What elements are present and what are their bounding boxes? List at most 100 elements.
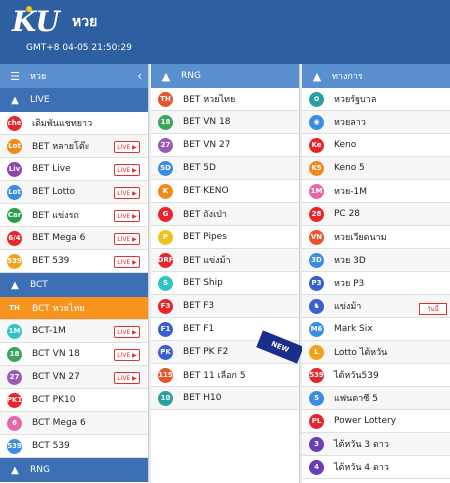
live-badge: LIVE ▶ <box>114 141 140 153</box>
section-title: BCT <box>30 280 48 290</box>
list-item[interactable]: che เดิมพันแชทยาว <box>0 112 148 135</box>
game-icon: P <box>158 229 173 245</box>
list-item[interactable]: K BET KENO <box>151 180 299 203</box>
list-item-label: BET KENO <box>183 186 229 196</box>
game-icon: Liv <box>7 161 22 177</box>
list-item-label: BET แข่งม้า <box>183 256 231 266</box>
list-item[interactable]: P3 หวย P3 <box>302 272 450 295</box>
list-item[interactable]: 4 ไต้หวัน 4 ดาว <box>302 456 450 479</box>
list-item[interactable]: G BET ถังเป่า <box>151 203 299 226</box>
list-item[interactable]: 5D BET 5D <box>151 157 299 180</box>
list-item[interactable]: 1M หวย-1M <box>302 180 450 203</box>
list-item[interactable]: K5 Keno 5 <box>302 157 450 180</box>
game-icon: 5 <box>309 390 324 406</box>
live-badge: LIVE ▶ <box>114 210 140 222</box>
list-item-label: BET หวยไทย <box>183 95 236 105</box>
section-header-bct[interactable]: ▲ BCT <box>0 273 148 297</box>
list-item-label: หวย P3 <box>334 279 365 289</box>
chevron-up-icon[interactable]: ▲ <box>308 70 326 83</box>
list-item-label: BET F3 <box>183 301 215 311</box>
list-item[interactable]: 28 PC 28 <box>302 203 450 226</box>
list-item-label: BCT VN 18 <box>32 349 80 359</box>
live-badge: LIVE ▶ <box>114 372 140 384</box>
list-item[interactable]: Lot BET Lotto LIVE ▶ <box>0 181 148 204</box>
game-icon: 539 <box>7 253 22 269</box>
chevron-up-icon: ▲ <box>11 464 19 476</box>
right-topbar-label: ทางการ <box>332 72 363 82</box>
list-item-label: Power Lottery <box>334 416 397 426</box>
right-column: ▲ ทางการ ✿ หวยรัฐบาล ◉ หวยลาว Ke Keno K5 Keno 5… <box>302 64 450 483</box>
list-item[interactable]: S BET Ship <box>151 272 299 295</box>
list-item[interactable]: L Lotto ไต้หวัน <box>302 341 450 364</box>
list-item[interactable]: 6/4 BET Mega 6 LIVE ▶ <box>0 227 148 250</box>
collapse-icon[interactable]: ‹ <box>137 69 142 83</box>
game-icon: 6 <box>7 415 22 431</box>
list-item[interactable]: PK1 BCT PK10 <box>0 389 148 412</box>
list-item[interactable]: P BET Pipes <box>151 226 299 249</box>
list-item[interactable]: ◉ หวยลาว <box>302 111 450 134</box>
list-item[interactable]: 539 BET 539 LIVE ▶ <box>0 250 148 273</box>
list-item[interactable]: 10 BET H10 <box>151 387 299 410</box>
list-item[interactable]: Liv BET Live LIVE ▶ <box>0 158 148 181</box>
list-item[interactable]: 115 BET 11 เลือก 5 <box>151 364 299 387</box>
server-clock: GMT+8 04-05 21:50:29 <box>26 43 132 53</box>
chevron-up-icon[interactable]: ▲ <box>157 70 175 83</box>
game-icon: 10 <box>158 390 173 406</box>
chevron-up-icon: ▲ <box>11 279 19 291</box>
list-item[interactable]: M6 Mark Six <box>302 318 450 341</box>
left-column: ☰ หวย ‹ ▲ LIVE che เดิมพันแชทยาว Lot BET หลาย… <box>0 64 149 483</box>
list-item-label: BET Mega 6 <box>32 233 86 243</box>
game-icon: P3 <box>309 275 324 291</box>
ku-logo[interactable]: KU <box>10 3 62 37</box>
list-item[interactable]: Lot BET หลายโต๊ะ LIVE ▶ <box>0 135 148 158</box>
list-item[interactable]: 27 BET VN 27 <box>151 134 299 157</box>
list-item-label: Mark Six <box>334 324 373 334</box>
list-item-label: ไต้หวัน539 <box>334 371 379 381</box>
list-item-label: BET หลายโต๊ะ <box>32 142 90 152</box>
list-item-label: BET ถังเป่า <box>183 210 227 220</box>
list-item[interactable]: Ke Keno <box>302 134 450 157</box>
list-item[interactable]: DRF BET แข่งม้า <box>151 249 299 272</box>
list-item[interactable]: Car BET แข่งรถ LIVE ▶ <box>0 204 148 227</box>
game-icon: Lot <box>7 184 22 200</box>
list-item[interactable]: PL Power Lottery <box>302 410 450 433</box>
menu-icon[interactable]: ☰ <box>6 70 24 83</box>
game-icon: ◉ <box>309 114 324 130</box>
game-icon: 27 <box>7 369 22 385</box>
list-item-label: Lotto ไต้หวัน <box>334 348 388 358</box>
middle-topbar: ▲ RNG <box>151 64 299 88</box>
list-item[interactable]: TH BCT หวยไทย <box>0 297 148 320</box>
list-item[interactable]: 5 แฟนตาซี 5 <box>302 387 450 410</box>
game-icon: 1M <box>309 183 324 199</box>
game-icon: che <box>7 115 22 131</box>
list-item[interactable]: 6 BCT Mega 6 <box>0 412 148 435</box>
game-icon: 3D <box>309 252 324 268</box>
list-item[interactable]: 1M BCT-1M LIVE ▶ <box>0 320 148 343</box>
list-item[interactable]: 3 ไต้หวัน 3 ดาว <box>302 433 450 456</box>
list-item[interactable]: 3D หวย 3D <box>302 249 450 272</box>
game-icon: PL <box>309 413 324 429</box>
list-item[interactable]: 27 BCT VN 27 LIVE ▶ <box>0 366 148 389</box>
list-item-label: BCT VN 27 <box>32 372 80 382</box>
list-item-label: Keno 5 <box>334 163 365 173</box>
list-item-label: PC 28 <box>334 209 361 219</box>
list-item-label: BCT PK10 <box>32 395 76 405</box>
list-item-label: BCT-1M <box>32 326 66 336</box>
list-item-label: ไต้หวัน 4 ดาว <box>334 463 389 473</box>
list-item-label: หวยรัฐบาล <box>334 95 377 105</box>
list-item[interactable]: ✿ หวยรัฐบาล <box>302 88 450 111</box>
list-item[interactable]: F3 BET F3 <box>151 295 299 318</box>
list-item[interactable]: ♞ แข่งม้า วันนี้ <box>302 295 450 318</box>
game-icon: 4 <box>309 459 324 475</box>
list-item[interactable]: 18 BCT VN 18 LIVE ▶ <box>0 343 148 366</box>
list-item[interactable]: 18 BET VN 18 <box>151 111 299 134</box>
section-header-live[interactable]: ▲ LIVE <box>0 88 148 112</box>
list-item[interactable]: VN หวยเวียดนาม <box>302 226 450 249</box>
list-item-label: BET VN 27 <box>183 140 231 150</box>
list-item[interactable]: TH BET หวยไทย <box>151 88 299 111</box>
game-icon: S <box>158 275 173 291</box>
list-item[interactable]: 539 ไต้หวัน539 <box>302 364 450 387</box>
section-header-rng[interactable]: ▲ RNG <box>0 458 148 482</box>
list-item[interactable]: 539 BCT 539 <box>0 435 148 458</box>
live-badge: LIVE ▶ <box>114 164 140 176</box>
